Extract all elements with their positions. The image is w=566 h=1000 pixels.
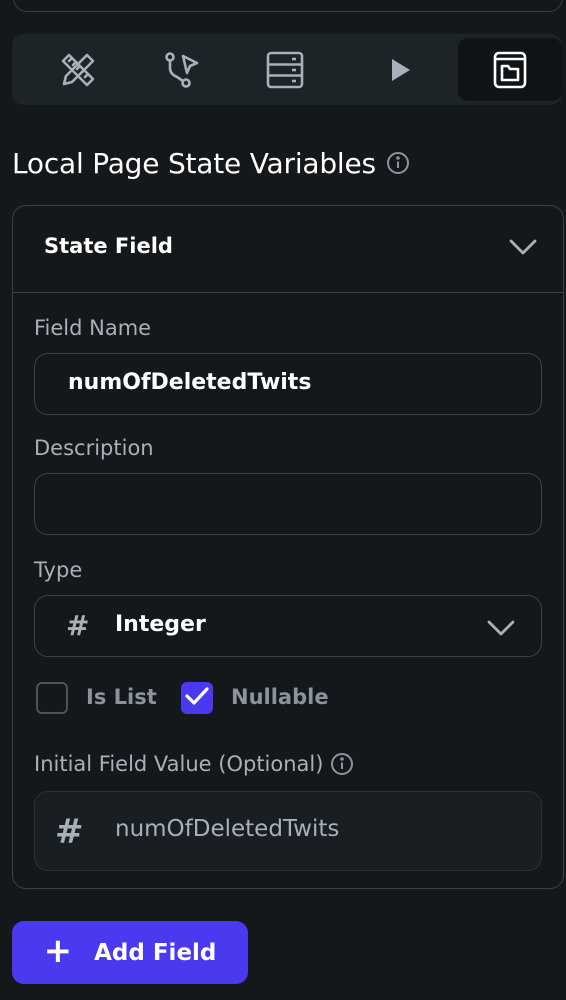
initial-value-label-row: Initial Field Value (Optional): [34, 752, 354, 776]
description-input[interactable]: [34, 473, 542, 535]
ruler-pencil-icon: [58, 50, 98, 90]
is-list-label: Is List: [86, 685, 157, 709]
plus-icon: +: [43, 931, 73, 971]
tool-run[interactable]: [348, 38, 452, 101]
type-dropdown[interactable]: # Integer: [34, 595, 542, 657]
chevron-down-icon[interactable]: [508, 238, 538, 260]
initial-value-label: Initial Field Value (Optional): [34, 752, 324, 776]
info-icon[interactable]: [330, 752, 354, 776]
panel-toolbar: [12, 34, 562, 105]
field-name-value: numOfDeletedTwits: [68, 370, 312, 395]
database-icon: [265, 50, 305, 90]
type-label: Type: [34, 558, 83, 582]
page-title: Local Page State Variables: [12, 143, 410, 183]
initial-value-placeholder: numOfDeletedTwits: [115, 816, 340, 842]
hash-icon: #: [66, 609, 90, 642]
is-list-checkbox[interactable]: [36, 682, 68, 714]
field-name-input[interactable]: numOfDeletedTwits: [34, 353, 542, 415]
checkmark-icon: [184, 685, 210, 711]
tool-data[interactable]: [233, 38, 337, 101]
hash-icon: #: [55, 812, 84, 852]
description-label: Description: [34, 436, 154, 460]
tool-page-state[interactable]: [458, 38, 562, 101]
add-field-label: Add Field: [94, 939, 217, 966]
state-field-title: State Field: [44, 234, 173, 258]
chevron-down-icon: [486, 619, 516, 641]
info-icon[interactable]: [386, 151, 410, 175]
page-title-text: Local Page State Variables: [12, 146, 376, 180]
add-field-button[interactable]: + Add Field: [12, 921, 248, 984]
play-icon: [386, 56, 414, 84]
page-state-icon: [492, 50, 528, 90]
nullable-checkbox[interactable]: [181, 682, 213, 714]
field-name-label: Field Name: [34, 316, 152, 340]
state-field-header[interactable]: State Field: [13, 206, 563, 293]
action-flow-icon: [161, 50, 201, 90]
previous-panel-fragment: [13, 0, 563, 12]
type-value: Integer: [115, 612, 206, 637]
state-field-card: State Field Field Name numOfDeletedTwits…: [12, 205, 564, 889]
tool-ui-builder[interactable]: [26, 38, 130, 101]
initial-value-input[interactable]: # numOfDeletedTwits: [34, 791, 542, 871]
nullable-label: Nullable: [231, 685, 329, 709]
tool-actions[interactable]: [129, 38, 233, 101]
